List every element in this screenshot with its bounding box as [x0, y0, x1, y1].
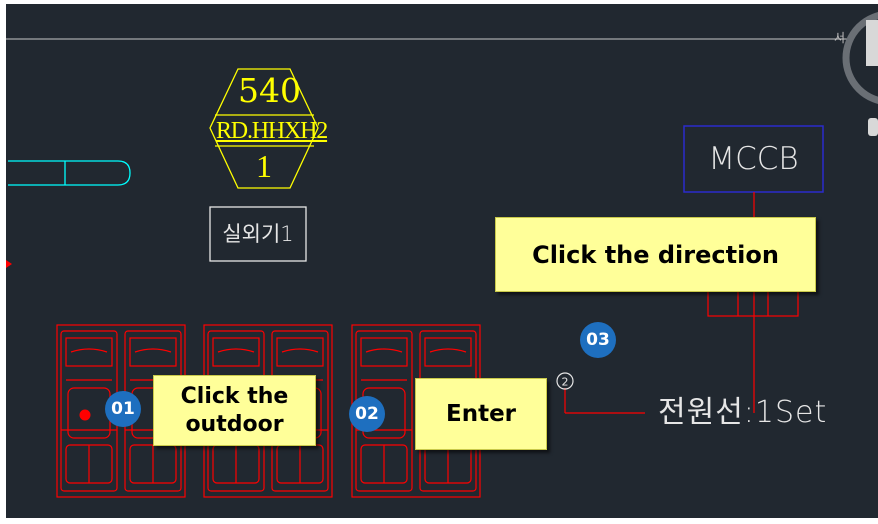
step-03-badge: 03: [580, 322, 616, 358]
step-02-callout: Enter: [415, 378, 547, 450]
breaker-label: MCCB: [708, 141, 799, 177]
cable-number-text: 2: [562, 376, 569, 389]
cable-label: 전원선:1Set: [658, 395, 828, 430]
viewcube-letter: 서: [834, 31, 846, 45]
pick-point-marker: [79, 409, 91, 421]
unit-capacity-text: 540: [238, 71, 301, 110]
step-01-caption-line2: outdoor: [185, 411, 284, 437]
unit-name-text: 실외기1: [222, 222, 294, 246]
step-01-callout: Click the outdoor: [153, 375, 316, 446]
unit-model-text: RD.HHXH2: [216, 118, 328, 144]
step-01-badge: 01: [105, 391, 141, 427]
step-02-badge: 02: [349, 396, 385, 432]
step-01-caption-line1: Click the: [180, 383, 289, 409]
step-03-callout: Click the direction: [495, 217, 816, 292]
unit-quantity-text: 1: [256, 148, 272, 184]
cad-drawing-canvas[interactable]: 2 540 RD.HHXH2 1 실외기1 MCCB 전원선:1Set 서 Cl…: [0, 0, 878, 524]
